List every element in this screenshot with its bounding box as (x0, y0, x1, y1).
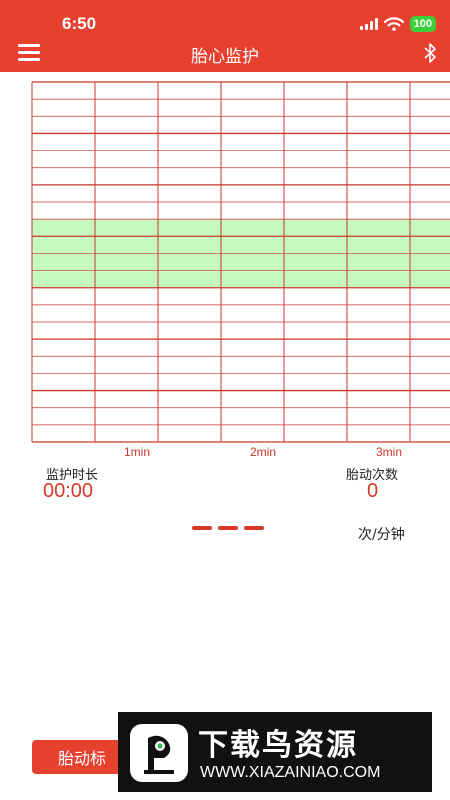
status-time: 6:50 (62, 14, 97, 33)
page-title: 胎心监护 (191, 47, 259, 67)
duration-value: 00:00 (43, 480, 94, 502)
chart-grid (31, 81, 450, 443)
rate-unit: 次/分钟 (358, 527, 405, 543)
x-tick-label: 3min (376, 445, 402, 459)
bluetooth-icon[interactable] (420, 42, 440, 64)
signal-icon (359, 18, 378, 30)
watermark-title: 下载鸟资源 (198, 728, 358, 763)
battery-icon: 100 (409, 16, 436, 32)
watermark-url: WWW.XIAZAINIAO.COM (200, 764, 381, 781)
app-header: 6:50 100 胎心监护 (0, 0, 450, 72)
fetal-heart-chart: 1min 2min 3min (31, 81, 450, 459)
watermark-banner: 下载鸟资源 WWW.XIAZAINIAO.COM (118, 712, 432, 792)
bird-logo-icon (130, 724, 188, 782)
x-tick-label: 2min (250, 445, 276, 459)
heart-rate-placeholder (192, 526, 264, 530)
wifi-icon (383, 17, 404, 31)
movement-count-value: 0 (367, 480, 379, 502)
x-tick-label: 1min (124, 445, 150, 459)
status-icons: 100 (359, 15, 436, 33)
chart-tick-labels: 1min 2min 3min (124, 445, 402, 459)
